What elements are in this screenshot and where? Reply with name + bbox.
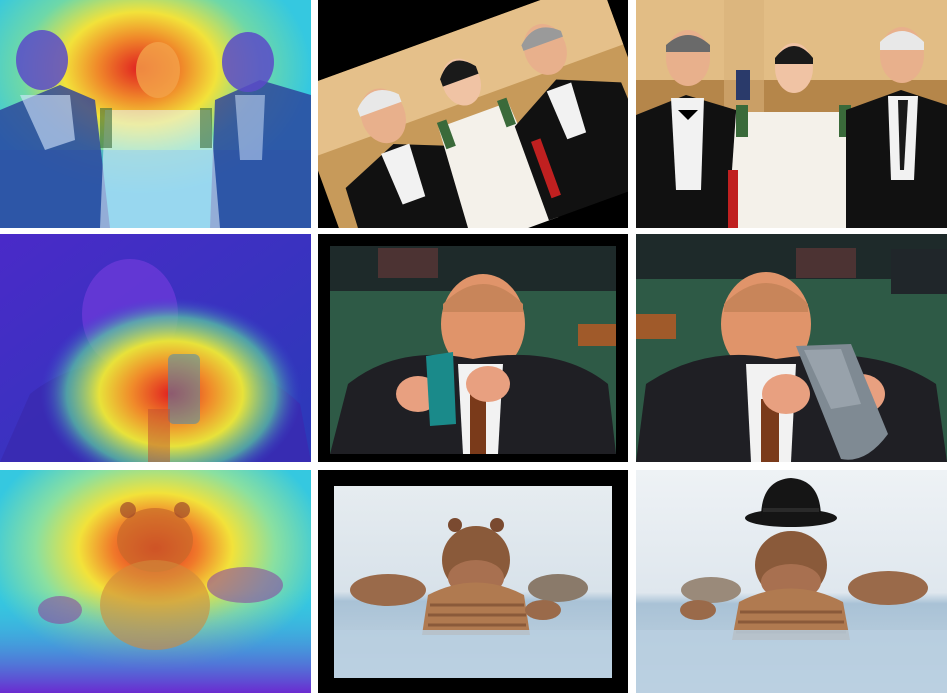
drinking-edited-photo-panel bbox=[636, 234, 947, 462]
gala-heatmap-panel bbox=[0, 0, 311, 228]
gala-rotated-image bbox=[318, 0, 628, 228]
hippo-framed-photo-panel bbox=[318, 470, 628, 693]
gala-edited-image bbox=[636, 0, 947, 228]
drinking-original-image bbox=[318, 234, 628, 462]
hippo-heatmap-panel bbox=[0, 470, 311, 693]
drinking-heatmap-panel bbox=[0, 234, 311, 462]
hippo-heatmap-image bbox=[0, 470, 311, 693]
drinking-edited-image bbox=[636, 234, 947, 462]
hippo-edited-image bbox=[636, 470, 947, 693]
hippo-edited-photo-panel bbox=[636, 470, 947, 693]
drinking-heatmap-image bbox=[0, 234, 311, 462]
gala-heatmap-image bbox=[0, 0, 311, 228]
hippo-framed-image bbox=[318, 470, 628, 693]
gala-rotated-photo-panel bbox=[318, 0, 628, 228]
drinking-original-photo-panel bbox=[318, 234, 628, 462]
gala-edited-photo-panel bbox=[636, 0, 947, 228]
